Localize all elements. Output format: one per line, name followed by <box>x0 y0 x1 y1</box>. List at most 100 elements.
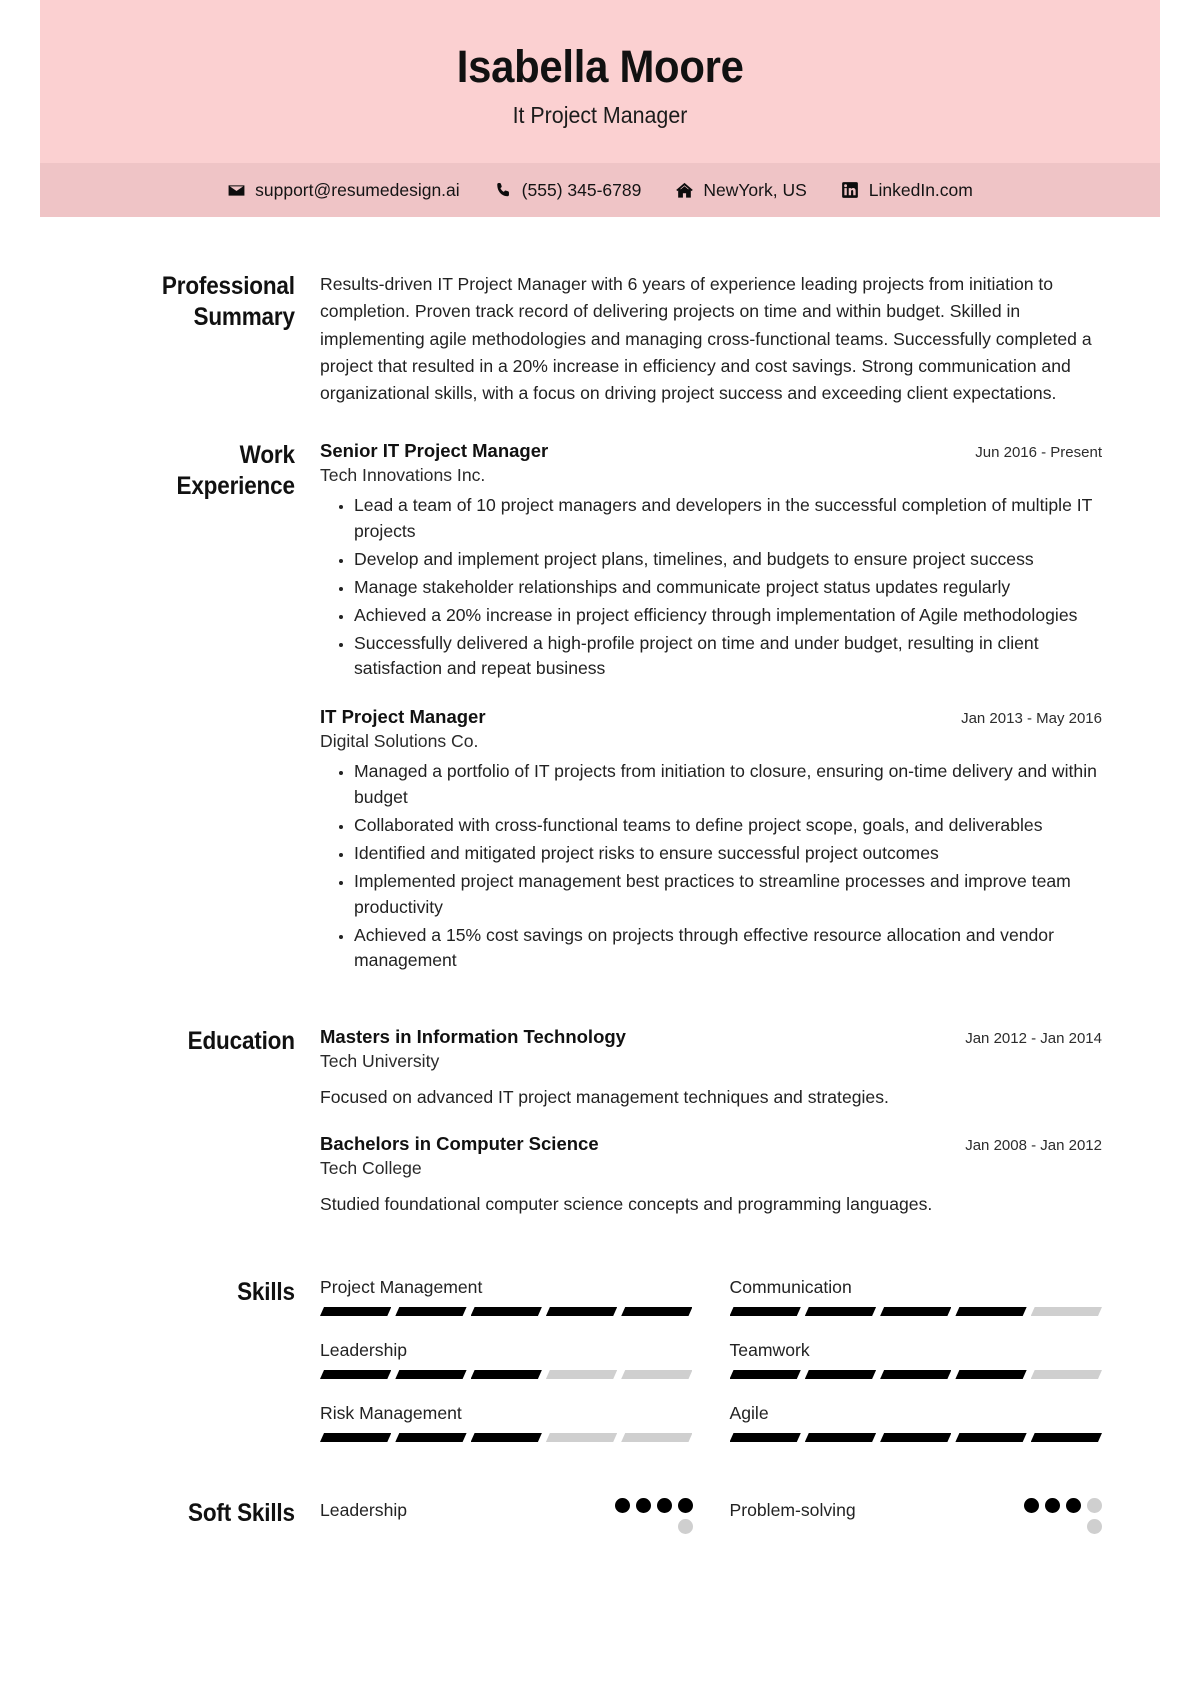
section-label-work-experience: Work Experience <box>176 441 295 500</box>
section-skills: Skills Project Management Communication Le… <box>40 1277 1160 1442</box>
soft-skill-item: Problem-solving <box>729 1498 1102 1534</box>
experience-bullet: Manage stakeholder relationships and com… <box>354 575 1102 601</box>
summary-body: Results-driven IT Project Manager with 6… <box>320 271 1102 407</box>
skill-segment-filled <box>730 1433 801 1442</box>
skill-name: Communication <box>729 1277 852 1297</box>
experience-bullet: Develop and implement project plans, tim… <box>354 547 1102 573</box>
skill-segment-filled <box>880 1433 951 1442</box>
skill-segment-filled <box>395 1370 466 1379</box>
experience-entry-head: IT Project Manager Jan 2013 - May 2016 <box>320 706 1102 728</box>
skill-segment-filled <box>546 1307 617 1316</box>
skill-segment-filled <box>621 1307 692 1316</box>
skill-item: Risk Management <box>320 1403 693 1442</box>
education-degree: Masters in Information Technology <box>320 1026 626 1048</box>
section-soft-skills: Soft Skills Leadership Problem-solving <box>40 1498 1160 1554</box>
experience-company: Tech Innovations Inc. <box>320 465 486 486</box>
skill-segment-empty <box>621 1370 692 1379</box>
rating-dot-filled <box>614 1498 630 1513</box>
skill-item: Agile <box>729 1403 1103 1442</box>
experience-bullet-list: Managed a portfolio of IT projects from … <box>320 759 1102 974</box>
skill-name: Risk Management <box>320 1403 462 1423</box>
experience-bullet-list: Lead a team of 10 project managers and d… <box>320 493 1102 682</box>
skill-segment-empty <box>546 1370 617 1379</box>
skill-level-bar <box>730 1433 1103 1442</box>
skill-segment-filled <box>730 1370 801 1379</box>
section-professional-summary: Professional Summary Results-driven IT P… <box>40 271 1160 407</box>
experience-job-title: Senior IT Project Manager <box>320 440 549 462</box>
skills-body: Project Management Communication Leadershi… <box>320 1277 1102 1442</box>
education-description: Studied foundational computer science co… <box>320 1193 933 1214</box>
linkedin-icon <box>841 181 860 200</box>
rating-dot-empty <box>677 1519 693 1534</box>
soft-skill-name: Problem-solving <box>729 1500 856 1520</box>
skill-segment-filled <box>955 1307 1026 1316</box>
skill-segment-empty <box>621 1433 692 1442</box>
skill-item: Project Management <box>320 1277 693 1316</box>
soft-skill-name: Leadership <box>320 1500 408 1520</box>
section-label-soft-skills: Soft Skills <box>187 1499 295 1527</box>
education-entry: Masters in Information Technology Jan 20… <box>320 1026 1102 1110</box>
experience-entry-head: Senior IT Project Manager Jun 2016 - Pre… <box>320 440 1102 462</box>
skill-name: Agile <box>729 1403 769 1423</box>
envelope-icon <box>227 181 246 200</box>
skill-segment-empty <box>546 1433 617 1442</box>
contact-email-text: support@resumedesign.ai <box>255 179 460 200</box>
rating-dot-filled <box>656 1498 672 1513</box>
skill-name: Project Management <box>320 1277 483 1297</box>
skill-level-bar <box>320 1307 693 1316</box>
skill-name: Leadership <box>320 1340 408 1360</box>
skill-segment-filled <box>880 1307 951 1316</box>
skill-segment-filled <box>320 1370 391 1379</box>
skill-item: Communication <box>729 1277 1103 1316</box>
experience-bullet: Identified and mitigated project risks t… <box>354 841 1102 867</box>
section-label-education: Education <box>187 1027 295 1056</box>
experience-body: Senior IT Project Manager Jun 2016 - Pre… <box>320 440 1102 978</box>
section-education: Education Masters in Information Technol… <box>40 1026 1160 1221</box>
skills-grid: Project Management Communication Leadershi… <box>320 1277 1102 1442</box>
soft-skill-rating-dots <box>1012 1498 1102 1534</box>
resume-page: Isabella Moore It Project Manager suppor… <box>40 0 1160 1554</box>
experience-job-title: IT Project Manager <box>320 706 486 728</box>
contact-phone-text: (555) 345-6789 <box>521 179 642 200</box>
skill-level-bar <box>730 1307 1103 1316</box>
skill-segment-filled <box>955 1433 1026 1442</box>
skill-segment-filled <box>320 1307 391 1316</box>
skill-item: Teamwork <box>729 1340 1103 1379</box>
education-institution: Tech University <box>320 1051 440 1072</box>
experience-bullet: Implemented project management best prac… <box>354 869 1102 921</box>
contact-phone[interactable]: (555) 345-6789 <box>494 179 642 201</box>
candidate-job-title: It Project Manager <box>512 101 688 128</box>
education-entry-head: Bachelors in Computer Science Jan 2008 -… <box>320 1133 1102 1155</box>
experience-bullet: Lead a team of 10 project managers and d… <box>354 493 1102 545</box>
skill-level-bar <box>320 1370 693 1379</box>
contact-linkedin[interactable]: LinkedIn.com <box>841 180 973 201</box>
skill-item: Leadership <box>320 1340 693 1379</box>
section-work-experience: Work Experience Senior IT Project Manage… <box>40 440 1160 978</box>
contact-bar: support@resumedesign.ai (555) 345-6789 N… <box>40 163 1160 217</box>
experience-bullet: Collaborated with cross-functional teams… <box>354 813 1102 839</box>
experience-entry: Senior IT Project Manager Jun 2016 - Pre… <box>320 440 1102 682</box>
skill-segment-filled <box>805 1370 876 1379</box>
section-label-summary: Professional Summary <box>161 272 295 331</box>
education-institution: Tech College <box>320 1157 422 1178</box>
section-label-skills: Skills <box>237 1278 295 1306</box>
rating-dot-filled <box>635 1498 651 1513</box>
rating-dot-filled <box>1066 1498 1081 1513</box>
rating-dot-filled <box>677 1498 693 1513</box>
skill-segment-empty <box>1031 1307 1102 1316</box>
rating-dot-empty <box>1087 1498 1102 1513</box>
soft-skill-rating-dots <box>603 1498 693 1534</box>
education-date-range: Jan 2008 - Jan 2012 <box>965 1136 1102 1154</box>
education-entry-head: Masters in Information Technology Jan 20… <box>320 1026 1102 1048</box>
rating-dot-filled <box>1045 1498 1060 1513</box>
contact-location[interactable]: NewYork, US <box>675 180 807 201</box>
experience-bullet: Successfully delivered a high-profile pr… <box>354 631 1102 683</box>
skill-level-bar <box>730 1370 1103 1379</box>
contact-email[interactable]: support@resumedesign.ai <box>227 180 460 201</box>
skill-segment-filled <box>805 1307 876 1316</box>
education-degree: Bachelors in Computer Science <box>320 1132 599 1154</box>
skill-segment-filled <box>320 1433 391 1442</box>
soft-skills-body: Leadership Problem-solving <box>320 1498 1102 1534</box>
summary-text: Results-driven IT Project Manager with 6… <box>320 274 1092 404</box>
rating-dot-filled <box>1024 1498 1039 1513</box>
